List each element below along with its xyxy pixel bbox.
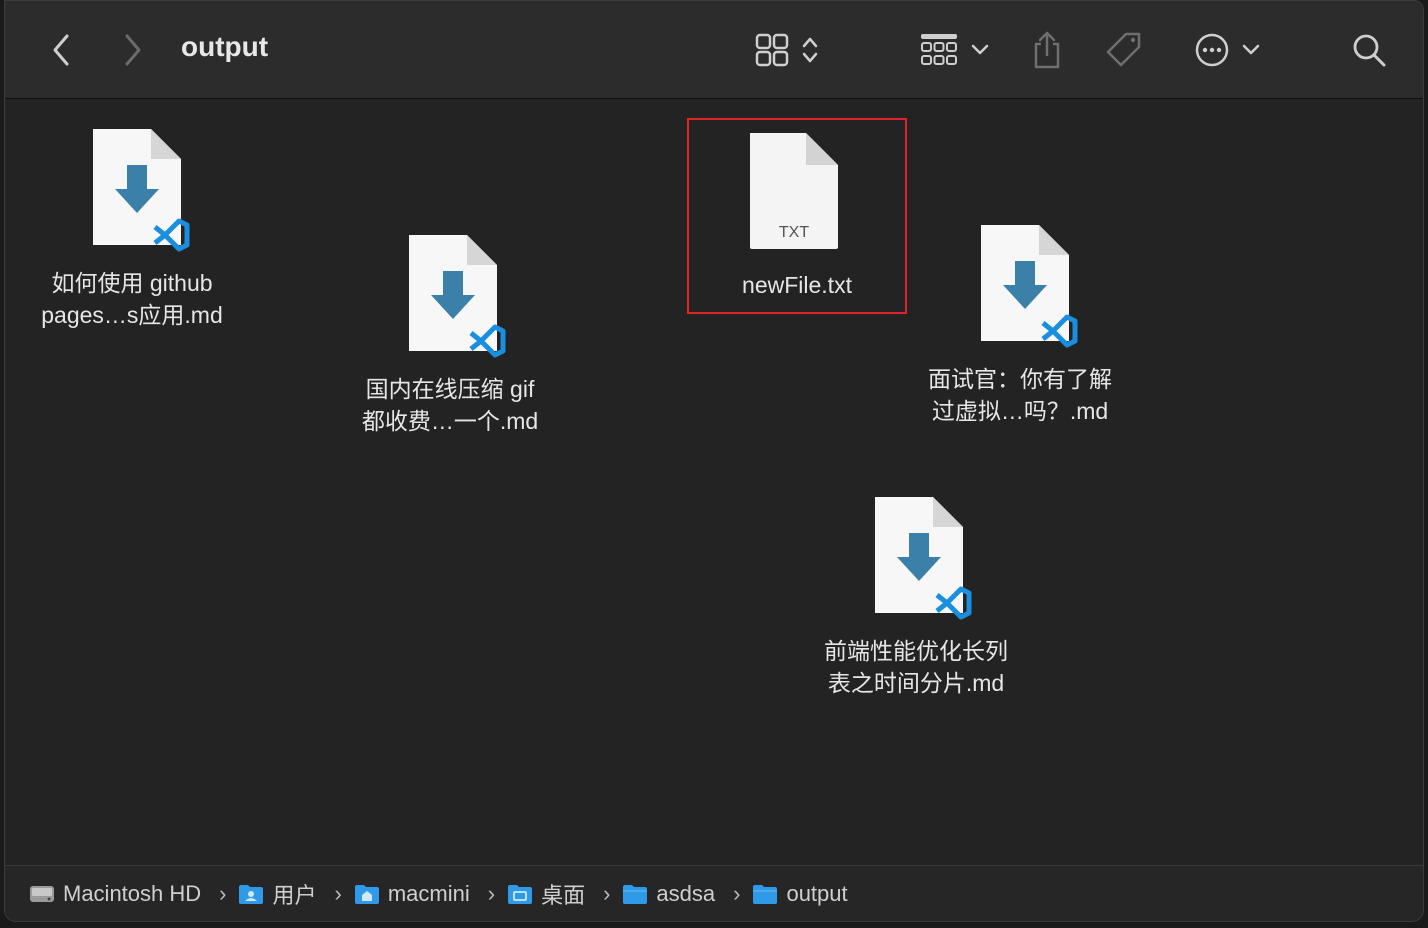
path-label: output [786, 880, 848, 906]
path-separator: › [334, 880, 342, 906]
markdown-vscode-file-icon [875, 497, 972, 620]
folder-icon [623, 884, 648, 904]
file-name: 国内在线压缩 gif 都收费…一个.md [361, 376, 539, 434]
desktop-folder-icon [508, 884, 533, 904]
chevron-down-icon [971, 44, 989, 54]
path-separator: › [603, 880, 611, 906]
tag-icon [1106, 32, 1141, 66]
home-folder-icon [354, 884, 379, 904]
path-separator: › [219, 880, 227, 906]
back-button[interactable] [41, 1, 81, 98]
forward-button[interactable] [113, 1, 153, 98]
tag-button[interactable] [1101, 1, 1147, 98]
file-name: 如何使用 github pages…s应用.md [41, 270, 223, 328]
finder-window: output 如何使用 github pages…s应用.md 国内在线压缩 g… [4, 0, 1424, 922]
up-down-chevron-icon [802, 37, 818, 62]
path-label: Macintosh HD [63, 880, 202, 906]
path-bar: Macintosh HD › 用户 › macmini › 桌面 › asdsa… [5, 865, 1423, 921]
path-separator: › [733, 880, 741, 906]
search-icon [1353, 34, 1386, 66]
path-label: macmini [387, 880, 470, 906]
path-separator: › [487, 880, 496, 906]
path-item-macintosh-hd[interactable]: Macintosh HD › [29, 881, 238, 907]
file-grid: 如何使用 github pages…s应用.md 国内在线压缩 gif 都收费…一个… [5, 99, 1423, 865]
more-actions-button[interactable] [1187, 1, 1267, 98]
markdown-vscode-file-icon [409, 235, 506, 358]
group-icon [921, 33, 957, 65]
path-item-macmini[interactable]: macmini › [354, 881, 507, 907]
ellipsis-circle-icon [1195, 33, 1229, 66]
search-button[interactable] [1347, 1, 1391, 98]
share-button[interactable] [1025, 1, 1069, 98]
toolbar: output [5, 1, 1423, 99]
chevron-right-icon [125, 34, 141, 65]
path-label: 桌面 [541, 882, 586, 908]
window-title: output [181, 31, 269, 62]
path-label: asdsa [656, 880, 716, 906]
path-label: 用户 [272, 882, 317, 908]
group-button[interactable] [911, 1, 997, 98]
folder-icon [753, 884, 778, 904]
path-item-users[interactable]: 用户 › [238, 878, 353, 910]
chevron-down-icon [1242, 44, 1260, 54]
hard-drive-icon [30, 885, 54, 902]
folder-users-icon [239, 884, 264, 904]
path-item-desktop[interactable]: 桌面 › [507, 878, 622, 910]
view-mode-button[interactable] [749, 1, 825, 98]
markdown-vscode-file-icon [93, 129, 190, 252]
txt-badge: TXT [779, 224, 809, 241]
file-name: 前端性能优化长列 表之时间分片.md [824, 638, 1008, 696]
chevron-left-icon [53, 34, 69, 65]
text-file-icon: TXT [750, 133, 838, 249]
grid-view-icon [755, 33, 789, 66]
file-name: newFile.txt [742, 272, 852, 298]
file-name: 面试官：你有了解 过虚拟…吗？.md [928, 366, 1112, 424]
share-icon [1034, 31, 1060, 68]
markdown-vscode-file-icon [981, 225, 1078, 348]
path-item-asdsa[interactable]: asdsa › [622, 881, 752, 907]
path-item-output[interactable]: output [752, 880, 848, 907]
